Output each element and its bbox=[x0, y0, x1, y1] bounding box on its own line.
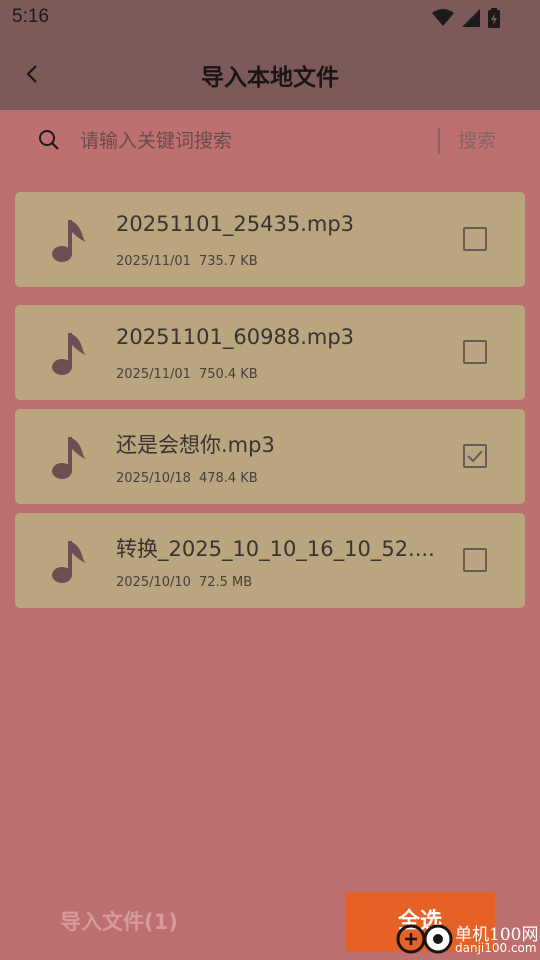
file-size: 735.7 KB bbox=[198, 254, 258, 269]
status-icons bbox=[432, 8, 500, 28]
signal-icon bbox=[462, 9, 480, 27]
music-note-icon bbox=[52, 541, 86, 583]
file-item[interactable]: 转换_2025_10_10_16_10_52.... 2025/10/10 72.… bbox=[15, 513, 525, 608]
file-size: 72.5 MB bbox=[198, 575, 253, 590]
music-note-icon bbox=[52, 333, 86, 375]
file-meta: 2025/11/01 735.7 KB bbox=[116, 254, 258, 269]
file-date: 2025/11/01 bbox=[116, 367, 191, 382]
file-checkbox[interactable] bbox=[463, 548, 487, 572]
file-name: 转换_2025_10_10_16_10_52.... bbox=[116, 537, 435, 561]
watermark: 单机100网 danji100.com bbox=[392, 918, 540, 960]
file-item[interactable]: 还是会想你.mp3 2025/10/18 478.4 KB bbox=[15, 409, 525, 504]
battery-icon bbox=[488, 8, 500, 28]
file-meta: 2025/10/18 478.4 KB bbox=[116, 471, 258, 486]
file-item[interactable]: 20251101_25435.mp3 2025/11/01 735.7 KB bbox=[15, 192, 525, 287]
file-checkbox-checked[interactable] bbox=[463, 444, 487, 468]
file-size: 750.4 KB bbox=[198, 367, 258, 382]
music-note-icon bbox=[52, 437, 86, 479]
file-name: 还是会想你.mp3 bbox=[116, 433, 275, 457]
file-name: 20251101_60988.mp3 bbox=[116, 325, 355, 349]
file-date: 2025/10/10 bbox=[116, 575, 191, 590]
file-date: 2025/10/18 bbox=[116, 471, 191, 486]
search-divider bbox=[438, 128, 440, 154]
search-icon bbox=[39, 130, 59, 150]
page-title: 导入本地文件 bbox=[201, 65, 339, 91]
file-size: 478.4 KB bbox=[198, 471, 258, 486]
search-button[interactable]: 搜索 bbox=[446, 124, 508, 158]
file-name: 20251101_25435.mp3 bbox=[116, 212, 355, 236]
status-bar: 5:16 bbox=[0, 0, 540, 36]
file-checkbox[interactable] bbox=[463, 340, 487, 364]
search-input[interactable] bbox=[80, 124, 420, 158]
file-item[interactable]: 20251101_60988.mp3 2025/11/01 750.4 KB bbox=[15, 305, 525, 400]
status-time: 5:16 bbox=[12, 6, 49, 27]
import-files-button[interactable]: 导入文件(1) bbox=[60, 906, 178, 936]
file-meta: 2025/11/01 750.4 KB bbox=[116, 367, 258, 382]
checkmark-icon bbox=[467, 450, 483, 463]
watermark-logo-icon bbox=[396, 924, 453, 954]
search-bar: 搜索 bbox=[0, 110, 540, 172]
app-header: 导入本地文件 bbox=[0, 36, 540, 110]
music-note-icon bbox=[52, 220, 86, 262]
wifi-icon bbox=[432, 9, 454, 26]
watermark-url: danji100.com bbox=[455, 941, 537, 955]
file-checkbox[interactable] bbox=[463, 227, 487, 251]
file-date: 2025/11/01 bbox=[116, 254, 191, 269]
file-meta: 2025/10/10 72.5 MB bbox=[116, 575, 252, 590]
